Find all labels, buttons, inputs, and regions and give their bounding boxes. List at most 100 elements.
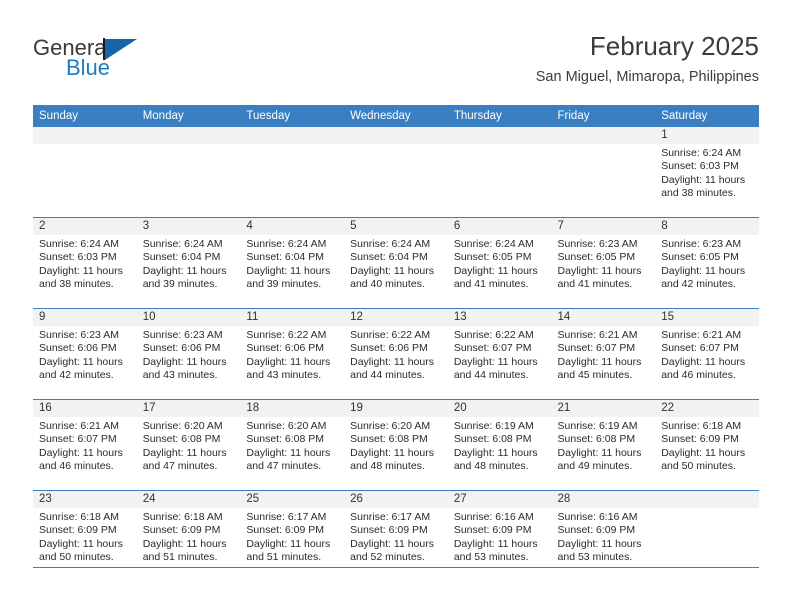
day-details: Sunrise: 6:19 AM Sunset: 6:08 PM Daylight:… bbox=[448, 417, 552, 474]
calendar-day-cell[interactable]: 19 Sunrise: 6:20 AM Sunset: 6:08 PM Dayligh… bbox=[344, 399, 448, 491]
day-detail-line: Daylight: 11 hours bbox=[246, 446, 331, 459]
day-detail-line: Sunset: 6:08 PM bbox=[453, 433, 532, 446]
weekday-header-monday: Monday bbox=[136, 105, 241, 127]
calendar-day-cell[interactable]: 5 Sunrise: 6:24 AM Sunset: 6:04 PM Daylight… bbox=[344, 217, 448, 309]
day-number: 8 bbox=[655, 218, 759, 235]
day-number: 24 bbox=[136, 491, 241, 508]
day-detail-line: Daylight: 11 hours bbox=[661, 173, 746, 186]
calendar-day-cell[interactable]: 2 Sunrise: 6:24 AM Sunset: 6:03 PM Daylight… bbox=[33, 217, 137, 309]
day-number: 18 bbox=[240, 400, 345, 417]
day-detail-line: Sunrise: 6:24 AM bbox=[39, 238, 119, 250]
calendar-day-cell[interactable]: 6 Sunrise: 6:24 AM Sunset: 6:05 PM Daylight… bbox=[447, 217, 552, 309]
day-number: 14 bbox=[551, 309, 656, 326]
day-cell-inner: 5 Sunrise: 6:24 AM Sunset: 6:04 PM Daylight… bbox=[344, 218, 448, 308]
day-detail-line: and 42 minutes. bbox=[661, 278, 736, 291]
weekday-header-sunday: Sunday bbox=[33, 105, 137, 127]
calendar-day-cell[interactable]: 11 Sunrise: 6:22 AM Sunset: 6:06 PM Dayligh… bbox=[240, 308, 345, 400]
calendar-empty-cell bbox=[447, 127, 552, 218]
day-detail-line: and 38 minutes. bbox=[39, 278, 114, 291]
day-number: 11 bbox=[240, 309, 345, 326]
calendar-day-cell[interactable]: 13 Sunrise: 6:22 AM Sunset: 6:07 PM Dayligh… bbox=[447, 308, 552, 400]
day-details: Sunrise: 6:18 AM Sunset: 6:09 PM Daylight:… bbox=[33, 508, 137, 565]
day-detail-line: and 40 minutes. bbox=[350, 278, 425, 291]
day-cell-inner: 20 Sunrise: 6:19 AM Sunset: 6:08 PM Dayligh… bbox=[447, 400, 552, 490]
day-number bbox=[447, 127, 552, 144]
day-detail-line: Daylight: 11 hours bbox=[661, 446, 746, 459]
day-detail-line: Daylight: 11 hours bbox=[142, 537, 227, 550]
day-detail-line: Sunrise: 6:21 AM bbox=[661, 329, 742, 341]
general-blue-logo[interactable]: General Blue bbox=[33, 36, 213, 92]
day-detail-line: Daylight: 11 hours bbox=[453, 264, 538, 277]
calendar-day-cell[interactable]: 7 Sunrise: 6:23 AM Sunset: 6:05 PM Daylight… bbox=[551, 217, 656, 309]
day-cell-inner: 1 Sunrise: 6:24 AM Sunset: 6:03 PM Daylight… bbox=[655, 127, 759, 217]
day-cell-inner: 13 Sunrise: 6:22 AM Sunset: 6:07 PM Dayligh… bbox=[447, 309, 552, 399]
calendar-day-cell[interactable]: 14 Sunrise: 6:21 AM Sunset: 6:07 PM Dayligh… bbox=[551, 308, 656, 400]
day-cell-inner bbox=[240, 127, 345, 217]
calendar-day-cell[interactable]: 10 Sunrise: 6:23 AM Sunset: 6:06 PM Dayligh… bbox=[136, 308, 241, 400]
calendar-body: 1 Sunrise: 6:24 AM Sunset: 6:03 PM Daylight… bbox=[33, 127, 759, 581]
day-cell-inner bbox=[551, 127, 656, 217]
day-detail-line: Sunrise: 6:23 AM bbox=[557, 238, 638, 250]
day-number: 25 bbox=[240, 491, 345, 508]
day-details: Sunrise: 6:23 AM Sunset: 6:06 PM Daylight:… bbox=[33, 326, 137, 383]
day-detail-line: and 39 minutes. bbox=[142, 278, 218, 291]
calendar-day-cell[interactable]: 17 Sunrise: 6:20 AM Sunset: 6:08 PM Dayligh… bbox=[136, 399, 241, 491]
day-cell-inner: 4 Sunrise: 6:24 AM Sunset: 6:04 PM Daylight… bbox=[240, 218, 345, 308]
day-detail-line: Sunrise: 6:23 AM bbox=[142, 329, 223, 341]
day-number: 28 bbox=[551, 491, 656, 508]
calendar-day-cell[interactable]: 15 Sunrise: 6:21 AM Sunset: 6:07 PM Dayligh… bbox=[655, 308, 759, 400]
day-number: 20 bbox=[447, 400, 552, 417]
calendar-day-cell[interactable]: 1 Sunrise: 6:24 AM Sunset: 6:03 PM Daylight… bbox=[655, 127, 759, 218]
title-block: February 2025 San Miguel, Mimaropa, Phil… bbox=[536, 30, 759, 86]
calendar-day-cell[interactable]: 18 Sunrise: 6:20 AM Sunset: 6:08 PM Dayligh… bbox=[240, 399, 345, 491]
calendar-day-cell[interactable]: 8 Sunrise: 6:23 AM Sunset: 6:05 PM Daylight… bbox=[655, 217, 759, 309]
day-detail-line: Sunrise: 6:20 AM bbox=[246, 420, 327, 432]
calendar-day-cell[interactable]: 20 Sunrise: 6:19 AM Sunset: 6:08 PM Dayligh… bbox=[447, 399, 552, 491]
day-detail-line: Sunrise: 6:24 AM bbox=[350, 238, 431, 250]
calendar-empty-cell bbox=[33, 127, 137, 218]
day-detail-line: Daylight: 11 hours bbox=[350, 537, 434, 550]
calendar-day-cell[interactable]: 9 Sunrise: 6:23 AM Sunset: 6:06 PM Daylight… bbox=[33, 308, 137, 400]
day-details: Sunrise: 6:20 AM Sunset: 6:08 PM Daylight:… bbox=[137, 417, 241, 474]
day-details: Sunrise: 6:18 AM Sunset: 6:09 PM Daylight:… bbox=[655, 417, 759, 474]
day-number: 3 bbox=[136, 218, 241, 235]
day-detail-line: Sunrise: 6:16 AM bbox=[453, 511, 534, 523]
day-detail-line: Sunset: 6:06 PM bbox=[39, 342, 117, 355]
day-detail-line: Sunrise: 6:24 AM bbox=[453, 238, 534, 250]
day-detail-line: Sunrise: 6:18 AM bbox=[142, 511, 223, 523]
calendar-day-cell[interactable]: 22 Sunrise: 6:18 AM Sunset: 6:09 PM Dayligh… bbox=[655, 399, 759, 491]
day-detail-line: Sunset: 6:09 PM bbox=[246, 524, 325, 537]
day-detail-line: Sunrise: 6:22 AM bbox=[246, 329, 327, 341]
day-detail-line: Sunset: 6:04 PM bbox=[246, 251, 325, 264]
calendar-day-cell[interactable]: 12 Sunrise: 6:22 AM Sunset: 6:06 PM Dayligh… bbox=[344, 308, 448, 400]
day-detail-line: and 53 minutes. bbox=[557, 551, 633, 564]
day-number: 17 bbox=[136, 400, 241, 417]
calendar-day-cell[interactable]: 21 Sunrise: 6:19 AM Sunset: 6:08 PM Dayligh… bbox=[551, 399, 656, 491]
calendar-day-cell[interactable]: 4 Sunrise: 6:24 AM Sunset: 6:04 PM Daylight… bbox=[240, 217, 345, 309]
day-detail-line: Sunset: 6:09 PM bbox=[453, 524, 532, 537]
day-detail-line: Sunset: 6:07 PM bbox=[453, 342, 532, 355]
day-number: 16 bbox=[33, 400, 137, 417]
day-number: 27 bbox=[447, 491, 552, 508]
day-detail-line: and 47 minutes. bbox=[246, 460, 322, 473]
day-detail-line: Daylight: 11 hours bbox=[661, 264, 746, 277]
day-cell-inner: 7 Sunrise: 6:23 AM Sunset: 6:05 PM Daylight… bbox=[551, 218, 656, 308]
calendar-day-cell[interactable]: 16 Sunrise: 6:21 AM Sunset: 6:07 PM Dayligh… bbox=[33, 399, 137, 491]
day-detail-line: and 48 minutes. bbox=[453, 460, 529, 473]
day-detail-line: Sunrise: 6:20 AM bbox=[142, 420, 223, 432]
calendar-page: General Blue February 2025 San Miguel, M… bbox=[0, 0, 792, 612]
day-detail-line: Daylight: 11 hours bbox=[557, 537, 642, 550]
day-number: 22 bbox=[655, 400, 759, 417]
day-cell-inner bbox=[136, 127, 241, 217]
day-number: 1 bbox=[655, 127, 759, 144]
day-cell-inner: 6 Sunrise: 6:24 AM Sunset: 6:05 PM Daylight… bbox=[447, 218, 552, 308]
calendar-bottom-rule bbox=[33, 567, 759, 568]
day-detail-line: Sunset: 6:06 PM bbox=[246, 342, 325, 355]
calendar-header-row: Sunday Monday Tuesday Wednesday Thursday Frid… bbox=[33, 105, 759, 127]
day-detail-line: Daylight: 11 hours bbox=[246, 264, 331, 277]
day-detail-line: and 43 minutes. bbox=[142, 369, 218, 382]
day-detail-line: Sunset: 6:08 PM bbox=[142, 433, 221, 446]
day-detail-line: Daylight: 11 hours bbox=[453, 537, 538, 550]
calendar-day-cell[interactable]: 3 Sunrise: 6:24 AM Sunset: 6:04 PM Daylight… bbox=[136, 217, 241, 309]
day-detail-line: Daylight: 11 hours bbox=[142, 446, 227, 459]
